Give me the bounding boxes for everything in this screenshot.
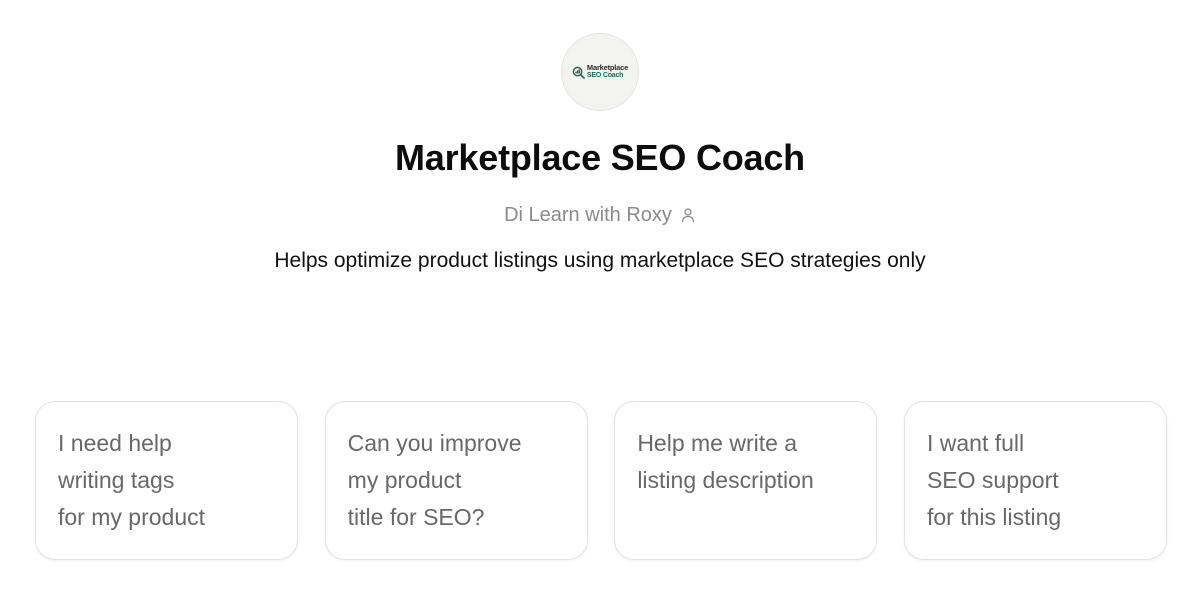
author-line: Di Learn with Roxy	[0, 201, 1200, 229]
starter-text: I need help writing tags for my product	[58, 430, 205, 530]
logo-text-line1: Marketplace	[586, 63, 629, 72]
starter-text: Can you improve my product title for SEO…	[347, 430, 522, 530]
conversation-starter[interactable]: Help me write a listing description	[614, 401, 878, 560]
conversation-starter[interactable]: Can you improve my product title for SEO…	[324, 401, 588, 560]
gpt-intro-page: Marketplace SEO Coach Marketplace SEO Co…	[0, 0, 1200, 594]
magnifier-chart-icon	[572, 66, 585, 79]
logo-text-line2: SEO Coach	[586, 72, 624, 79]
conversation-starters: I need help writing tags for my product …	[35, 401, 1167, 560]
logo-content: Marketplace SEO Coach	[572, 64, 628, 80]
gpt-title: Marketplace SEO Coach	[395, 137, 805, 178]
author-name: Di Learn with Roxy	[504, 204, 672, 226]
gpt-description: Helps optimize product listings using ma…	[274, 249, 926, 272]
conversation-starter[interactable]: I want full SEO support for this listing	[903, 401, 1167, 560]
starter-text: I want full SEO support for this listing	[926, 430, 1062, 530]
person-icon	[681, 208, 695, 223]
starter-text: Help me write a listing description	[637, 430, 814, 493]
logo-text: Marketplace SEO Coach	[587, 64, 628, 80]
conversation-starter[interactable]: I need help writing tags for my product	[35, 401, 298, 560]
gpt-logo: Marketplace SEO Coach	[561, 33, 639, 111]
